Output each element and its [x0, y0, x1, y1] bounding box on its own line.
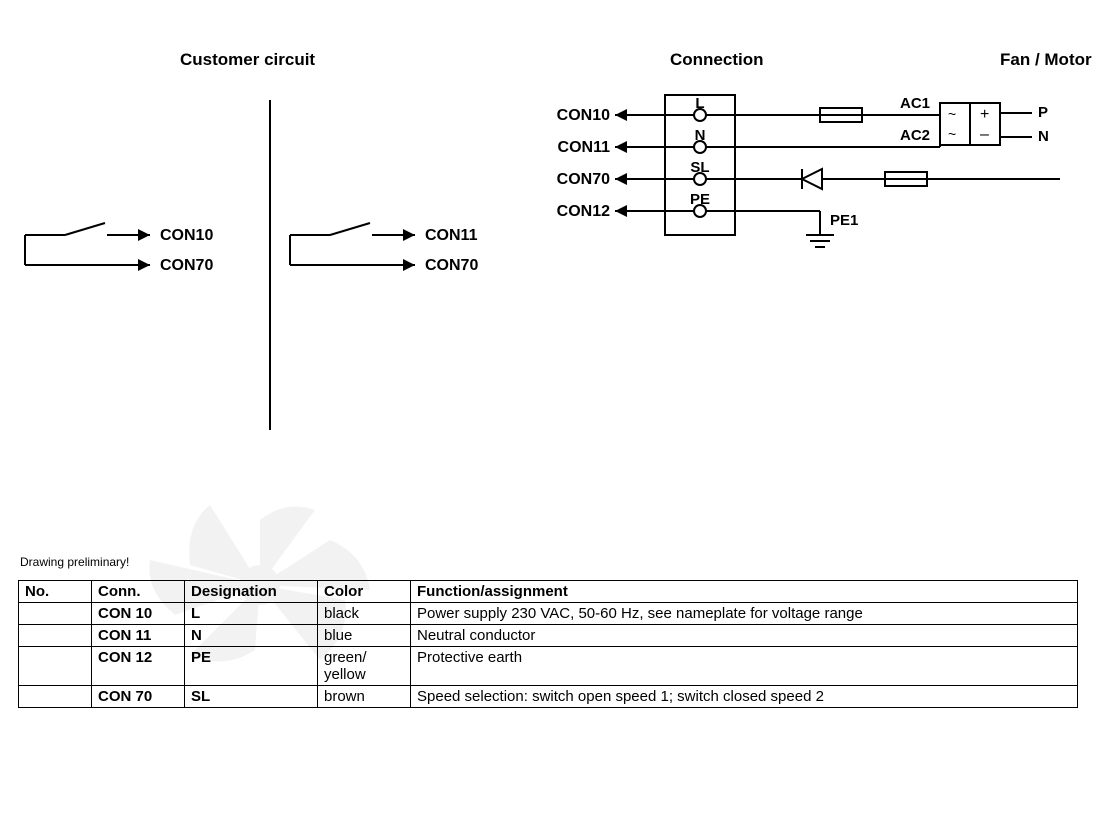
- td-func: Power supply 230 VAC, 50-60 Hz, see name…: [411, 603, 1078, 625]
- title-fan-motor: Fan / Motor: [1000, 50, 1092, 70]
- td-desig: PE: [185, 647, 318, 686]
- label-sw1-top: CON10: [160, 227, 213, 244]
- diode-icon: [802, 169, 822, 189]
- table-header-row: No. Conn. Designation Color Function/ass…: [19, 581, 1078, 603]
- td-conn: CON 12: [92, 647, 185, 686]
- td-conn: CON 11: [92, 625, 185, 647]
- table-row: CON 11 N blue Neutral conductor: [19, 625, 1078, 647]
- customer-circuit-diagram: CON10 CON70 CON11 CON70: [10, 90, 530, 440]
- label-sw1-bot: CON70: [160, 257, 213, 274]
- label-sw2-top: CON11: [425, 227, 478, 244]
- title-customer: Customer circuit: [180, 50, 315, 70]
- td-desig: L: [185, 603, 318, 625]
- label-con10: CON10: [557, 107, 610, 124]
- table-row: CON 12 PE green/ yellow Protective earth: [19, 647, 1078, 686]
- connection-table: No. Conn. Designation Color Function/ass…: [18, 580, 1078, 708]
- td-conn: CON 70: [92, 686, 185, 708]
- td-func: Protective earth: [411, 647, 1078, 686]
- drawing-caption: Drawing preliminary!: [20, 555, 129, 569]
- th-func: Function/assignment: [411, 581, 1078, 603]
- ac-tilde1-icon: ~: [948, 106, 956, 122]
- minus-icon: –: [980, 126, 989, 143]
- td-no: [19, 625, 92, 647]
- td-desig: SL: [185, 686, 318, 708]
- label-ac2: AC2: [900, 127, 930, 144]
- label-sw2-bot: CON70: [425, 257, 478, 274]
- th-color: Color: [318, 581, 411, 603]
- td-desig: N: [185, 625, 318, 647]
- label-con12: CON12: [557, 203, 610, 220]
- title-connection: Connection: [670, 50, 764, 70]
- td-color: brown: [318, 686, 411, 708]
- label-ac1: AC1: [900, 95, 930, 112]
- label-con11: CON11: [558, 139, 611, 156]
- th-no: No.: [19, 581, 92, 603]
- td-no: [19, 603, 92, 625]
- td-no: [19, 686, 92, 708]
- label-con70: CON70: [557, 171, 610, 188]
- table-row: CON 70 SL brown Speed selection: switch …: [19, 686, 1078, 708]
- terminal-N-label: N: [695, 127, 706, 144]
- label-P: P: [1038, 104, 1048, 121]
- plus-icon: +: [980, 106, 989, 123]
- td-func: Speed selection: switch open speed 1; sw…: [411, 686, 1078, 708]
- ac-tilde2-icon: ~: [948, 126, 956, 142]
- th-desig: Designation: [185, 581, 318, 603]
- label-Nout: N: [1038, 128, 1049, 145]
- td-func: Neutral conductor: [411, 625, 1078, 647]
- td-color: blue: [318, 625, 411, 647]
- terminal-SL-label: SL: [690, 159, 709, 176]
- ground-icon: [806, 235, 834, 247]
- terminal-L-label: L: [695, 95, 704, 112]
- label-pe1: PE1: [830, 212, 858, 229]
- td-conn: CON 10: [92, 603, 185, 625]
- connection-diagram: L N SL PE CON10 CON11 CON70 CON12 AC1 AC…: [540, 85, 1099, 345]
- td-color: black: [318, 603, 411, 625]
- td-no: [19, 647, 92, 686]
- td-color: green/ yellow: [318, 647, 411, 686]
- switch-group-1: CON10 CON70: [25, 223, 213, 274]
- th-conn: Conn.: [92, 581, 185, 603]
- terminal-PE-label: PE: [690, 191, 710, 208]
- switch-group-2: CON11 CON70: [290, 223, 478, 274]
- table-row: CON 10 L black Power supply 230 VAC, 50-…: [19, 603, 1078, 625]
